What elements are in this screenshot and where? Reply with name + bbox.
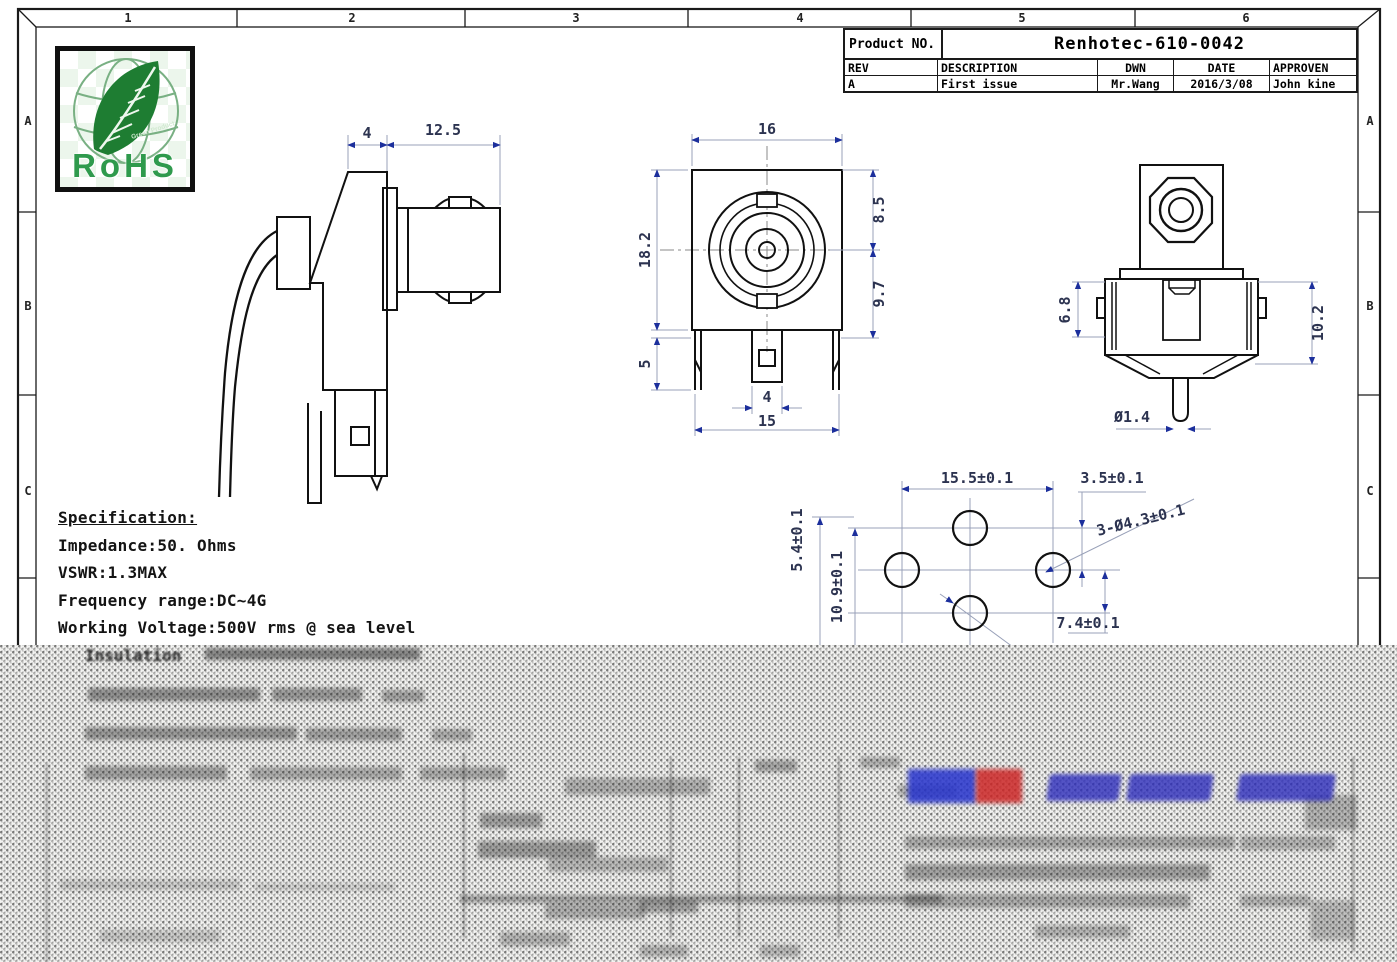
dim-label-6-8: 6.8 — [1056, 296, 1074, 323]
specification-block: Specification: Impedance:50. Ohms VSWR:1… — [58, 508, 498, 646]
corrupted-scan-region: Insulation — [0, 645, 1397, 962]
dim-label-v-offset: 3.5±0.1 — [1080, 469, 1143, 487]
grid-row-label: A — [19, 114, 37, 128]
description-value: First issue — [938, 76, 1098, 91]
header-description: DESCRIPTION — [938, 60, 1098, 75]
approven-value: John kine — [1270, 76, 1356, 91]
grid-row-label: C — [19, 484, 37, 498]
dim-label-4: 4 — [362, 124, 371, 142]
ghost-company-text — [1126, 774, 1214, 801]
specification-title: Specification: — [58, 508, 498, 527]
grid-col-label: 1 — [119, 11, 137, 25]
ghost-company-text — [1046, 774, 1122, 801]
grid-row-label: B — [19, 299, 37, 313]
grid-col-label: 3 — [567, 11, 585, 25]
grid-row-label: C — [1361, 484, 1379, 498]
grid-col-label: 2 — [343, 11, 361, 25]
dim-label-hole-callout: 3-Ø4.3±0.1 — [1095, 500, 1187, 539]
product-no-label: Product NO. — [845, 30, 943, 58]
date-value: 2016/3/08 — [1174, 76, 1270, 91]
dim-label-10-2: 10.2 — [1309, 305, 1327, 341]
dwn-value: Mr.Wang — [1098, 76, 1174, 91]
dim-label-h-pitch: 15.5±0.1 — [941, 469, 1013, 487]
drawing-sheet: 1 2 3 4 5 6 A B C A B C Green Product Ro… — [0, 0, 1397, 962]
dim-label-18-2: 18.2 — [636, 232, 654, 268]
dim-label-pin-dia: Ø1.4 — [1113, 408, 1150, 426]
spec-line-impedance: Impedance:50. Ohms — [58, 536, 498, 555]
bottom-view-drawing: 6.8 10.2 Ø1.4 — [1050, 150, 1380, 450]
header-approven: APPROVEN — [1270, 60, 1356, 75]
header-date: DATE — [1174, 60, 1270, 75]
grid-col-label: 4 — [791, 11, 809, 25]
dim-label-8-5: 8.5 — [870, 196, 888, 223]
title-block: Product NO. Renhotec-610-0042 REV DESCRI… — [843, 28, 1358, 93]
ghost-table-line — [838, 757, 840, 937]
dim-label-15: 15 — [758, 412, 776, 430]
grid-row-label: A — [1361, 114, 1379, 128]
dim-label-16: 16 — [758, 120, 776, 138]
dim-label-right-offset: 7.4±0.1 — [1056, 614, 1119, 632]
dim-label-9-7: 9.7 — [870, 280, 888, 307]
ghost-table-line — [460, 895, 942, 903]
rohs-wordmark: RoHS — [60, 147, 190, 185]
ghost-table-line — [463, 753, 465, 938]
rohs-logo: Green Product RoHS — [55, 46, 195, 192]
grid-col-label: 5 — [1013, 11, 1031, 25]
product-number: Renhotec-610-0042 — [943, 30, 1356, 58]
rev-value: A — [845, 76, 938, 91]
garbled-spec-word: Insulation — [85, 646, 181, 665]
spec-line-voltage: Working Voltage:500V rms @ sea level — [58, 618, 498, 637]
ghost-table-line — [738, 757, 740, 937]
pcb-layout-drawing: 15.5±0.1 3.5±0.1 5.4±0.1 10.9±0.1 7.4±0.… — [790, 465, 1210, 660]
dim-label-5: 5 — [636, 359, 654, 368]
spec-line-frequency: Frequency range:DC~4G — [58, 591, 498, 610]
grid-col-label: 6 — [1237, 11, 1255, 25]
front-view-drawing: 16 18.2 8.5 9.7 5 4 15 — [635, 110, 965, 455]
dim-label-12-5: 12.5 — [425, 121, 461, 139]
side-view-drawing: 4 12.5 — [215, 105, 535, 515]
spec-line-vswr: VSWR:1.3MAX — [58, 563, 498, 582]
ghost-logo-blue — [908, 769, 976, 803]
ghost-company-text — [1236, 774, 1336, 801]
ghost-logo-red — [976, 769, 1022, 803]
header-dwn: DWN — [1098, 60, 1174, 75]
dim-label-4-slot: 4 — [762, 388, 771, 406]
dim-label-left-outer: 5.4±0.1 — [788, 508, 806, 571]
header-rev: REV — [845, 60, 938, 75]
dim-label-left-inner: 10.9±0.1 — [828, 551, 846, 623]
